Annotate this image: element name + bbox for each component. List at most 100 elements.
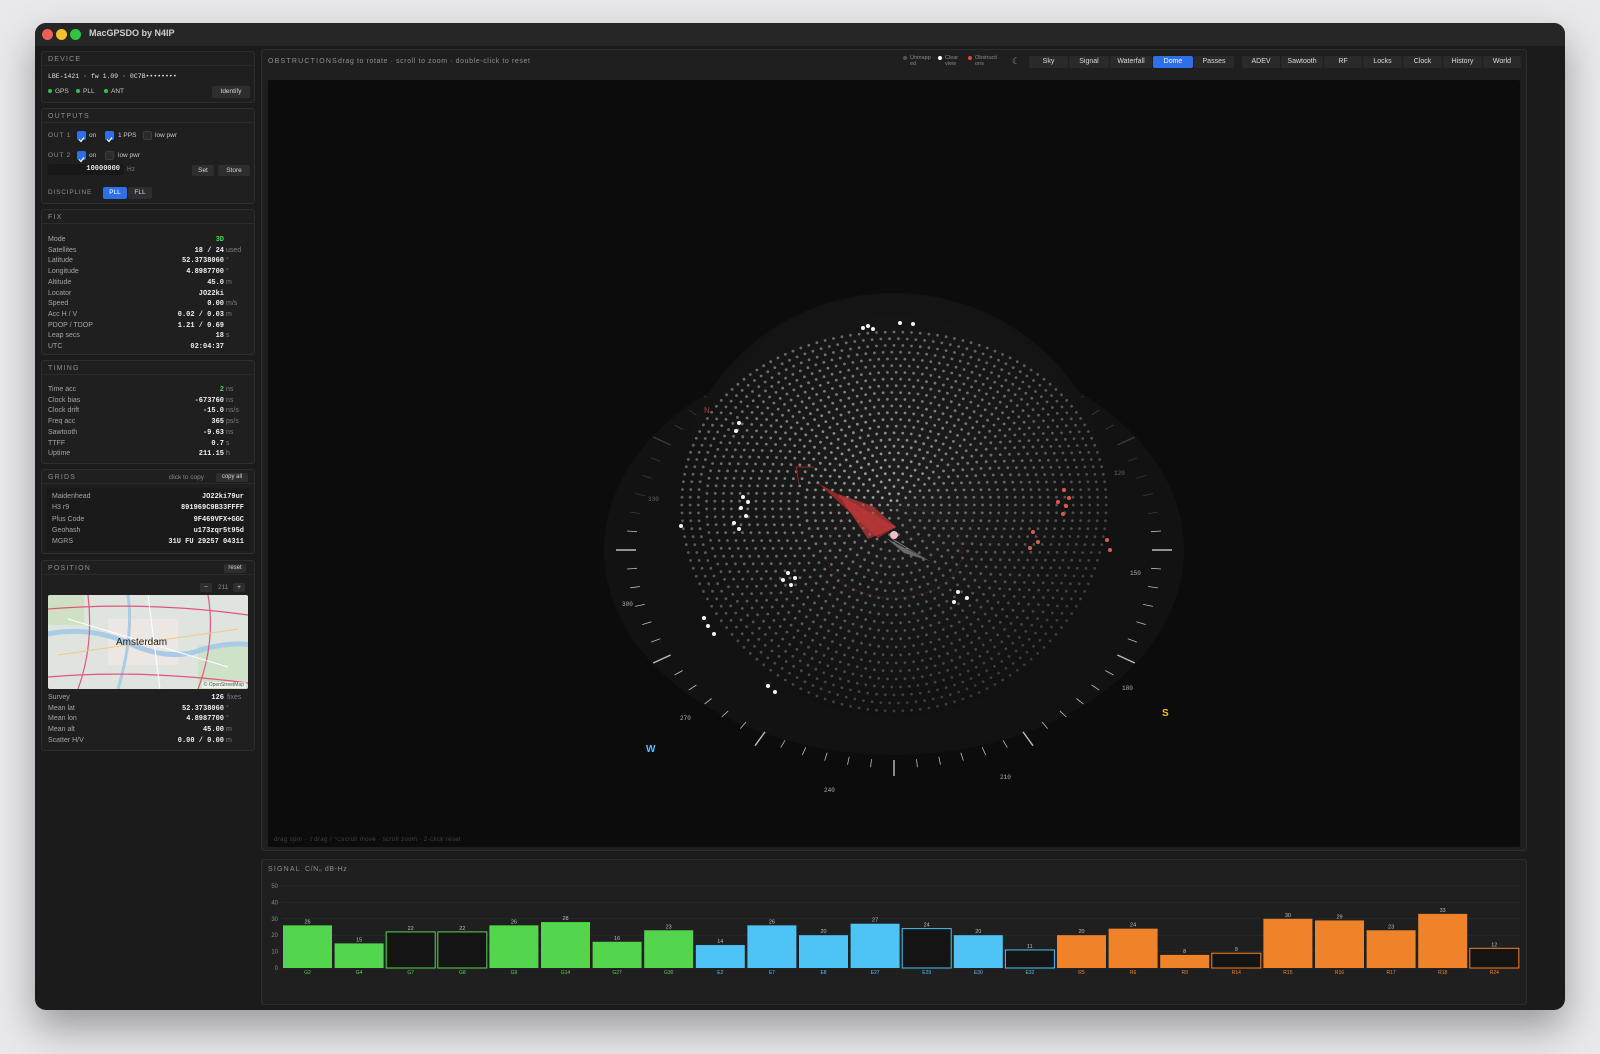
tab-sky[interactable]: Sky xyxy=(1029,56,1068,68)
status-dot-icon xyxy=(76,89,80,94)
position-row-mean-lon: Mean lon 4.8987700 ° xyxy=(48,715,229,724)
signal-bar[interactable] xyxy=(850,923,900,968)
tab-signal[interactable]: Signal xyxy=(1069,56,1109,68)
fix-row-dop: PDOP / TDOP 1.21 / 0.69 xyxy=(48,321,224,330)
zoom-in-button[interactable]: + xyxy=(233,583,245,592)
y-tick-label: 10 xyxy=(271,950,278,956)
bar-value-label: 20 xyxy=(820,929,826,935)
signal-bar[interactable] xyxy=(695,945,745,968)
tab-clock[interactable]: Clock xyxy=(1403,56,1442,68)
grid-row-h3[interactable]: H3 r9 891969C9B33FFFF xyxy=(52,504,244,514)
bar-value-label: 20 xyxy=(975,929,981,935)
y-tick-label: 50 xyxy=(271,884,278,890)
bar-value-label: 33 xyxy=(1440,908,1446,914)
tab-sawtooth[interactable]: Sawtooth xyxy=(1281,56,1323,68)
signal-bar[interactable] xyxy=(1108,928,1158,968)
tab-passes[interactable]: Passes xyxy=(1194,56,1234,68)
bar-value-label: 11 xyxy=(1027,944,1033,950)
signal-bar[interactable] xyxy=(953,935,1003,968)
fix-row-speed: Speed 0.00 m/s xyxy=(48,300,238,309)
signal-bar[interactable] xyxy=(901,928,952,969)
pll-toggle-button[interactable]: PLL xyxy=(103,187,127,199)
identify-button[interactable]: Identify xyxy=(212,86,250,98)
store-button[interactable]: Store xyxy=(218,165,250,176)
position-map[interactable]: Amsterdam © OpenStreetMap xyxy=(48,595,248,689)
tab-waterfall[interactable]: Waterfall xyxy=(1110,56,1152,68)
grid-row-mgrs[interactable]: MGRS 31U FU 29257 04311 xyxy=(52,538,244,548)
signal-bar[interactable] xyxy=(1211,952,1262,969)
azimuth-label: 150 xyxy=(1130,570,1141,577)
fix-row-satellites: Satellites 18 / 24 used xyxy=(48,246,242,255)
out1-lowpwr-checkbox[interactable] xyxy=(143,131,152,140)
pll-status: PLL xyxy=(76,88,95,95)
signal-bar[interactable] xyxy=(1160,954,1210,968)
y-tick-label: 40 xyxy=(271,900,278,906)
signal-bar[interactable] xyxy=(334,943,384,968)
tab-world[interactable]: World xyxy=(1483,56,1521,68)
signal-bar[interactable] xyxy=(1315,920,1364,968)
outputs-panel: OUTPUTS OUT 1 on 1 PPS low pwr OUT 2 on … xyxy=(41,108,255,204)
fix-row-mode: Mode 3D xyxy=(48,236,224,244)
azimuth-label: 270 xyxy=(680,715,691,722)
signal-bar[interactable] xyxy=(1418,913,1468,968)
copy-all-button[interactable]: copy all xyxy=(216,473,248,482)
tab-dome[interactable]: Dome xyxy=(1153,56,1193,68)
timing-row-uptime: Uptime 211.15 h xyxy=(48,450,230,459)
signal-bar[interactable] xyxy=(1004,949,1055,969)
signal-bar[interactable] xyxy=(592,941,642,968)
signal-bar[interactable] xyxy=(541,922,590,968)
fll-toggle-button[interactable]: FLL xyxy=(128,187,152,199)
bar-value-label: 22 xyxy=(459,926,465,932)
signal-bar[interactable] xyxy=(1469,947,1520,969)
grid-row-maidenhead[interactable]: Maidenhead JO22ki79ur xyxy=(52,493,244,503)
out1-on-label: on xyxy=(89,132,97,139)
bar-prn-label: G2 xyxy=(304,970,311,976)
azimuth-label: 300 xyxy=(622,601,633,608)
bar-value-label: 9 xyxy=(1235,947,1238,953)
signal-bar[interactable] xyxy=(1366,930,1416,968)
frequency-input[interactable]: 10000000 xyxy=(48,164,124,175)
position-row-survey: Survey 126 fixes xyxy=(48,694,242,702)
tab-rf[interactable]: RF xyxy=(1324,56,1362,68)
tab-history[interactable]: History xyxy=(1443,56,1482,68)
out1-on-checkbox[interactable] xyxy=(77,131,86,143)
tab-adev[interactable]: ADEV xyxy=(1242,56,1280,68)
signal-bar[interactable] xyxy=(1057,935,1106,968)
out2-lowpwr-checkbox[interactable] xyxy=(105,151,114,160)
out2-on-checkbox[interactable] xyxy=(77,151,86,163)
grids-hint: click to copy xyxy=(168,474,204,481)
zoom-out-button[interactable]: − xyxy=(200,583,212,592)
out1-pps-checkbox[interactable] xyxy=(105,131,114,143)
signal-bar[interactable] xyxy=(283,925,332,968)
minimize-window-button[interactable] xyxy=(56,29,67,40)
position-row-mean-alt: Mean alt 45.00 m xyxy=(48,726,232,735)
azimuth-label: 120 xyxy=(1114,470,1125,477)
zoom-window-button[interactable] xyxy=(70,29,81,40)
panel-title: POSITION reset xyxy=(42,561,254,575)
bar-prn-label: R15 xyxy=(1283,970,1292,976)
signal-bar[interactable] xyxy=(747,925,797,968)
dome-canvas[interactable]: N S W 120 150 180 210 240 270 300 330 dr… xyxy=(268,80,1520,847)
close-window-button[interactable] xyxy=(42,29,53,40)
bar-value-label: 8 xyxy=(1183,949,1186,955)
bar-value-label: 29 xyxy=(1336,914,1342,920)
tab-locks[interactable]: Locks xyxy=(1363,56,1402,68)
set-button[interactable]: Set xyxy=(192,165,214,176)
signal-bar[interactable] xyxy=(489,925,539,968)
theme-moon-icon[interactable]: ☾ xyxy=(1012,56,1020,67)
signal-bar[interactable] xyxy=(799,935,848,968)
bar-value-label: 23 xyxy=(666,924,672,930)
signal-bar[interactable] xyxy=(1263,918,1313,968)
reset-position-button[interactable]: reset xyxy=(224,564,246,573)
bar-prn-label: R18 xyxy=(1438,970,1447,976)
bar-prn-label: G4 xyxy=(356,970,363,976)
timing-row-sawtooth: Sawtooth -9.63 ns xyxy=(48,428,234,437)
panel-title: GRIDS click to copy copy all xyxy=(42,470,254,484)
signal-bar[interactable] xyxy=(644,930,694,968)
bar-value-label: 15 xyxy=(356,937,362,943)
signal-bar[interactable] xyxy=(437,931,488,969)
compass-south-label: S xyxy=(1162,708,1169,719)
signal-bar[interactable] xyxy=(385,931,436,969)
grid-row-geohash[interactable]: Geohash u173zqr5t95d xyxy=(52,527,244,537)
grid-row-plus-code[interactable]: Plus Code 9F469VFX+GGC xyxy=(52,516,244,526)
